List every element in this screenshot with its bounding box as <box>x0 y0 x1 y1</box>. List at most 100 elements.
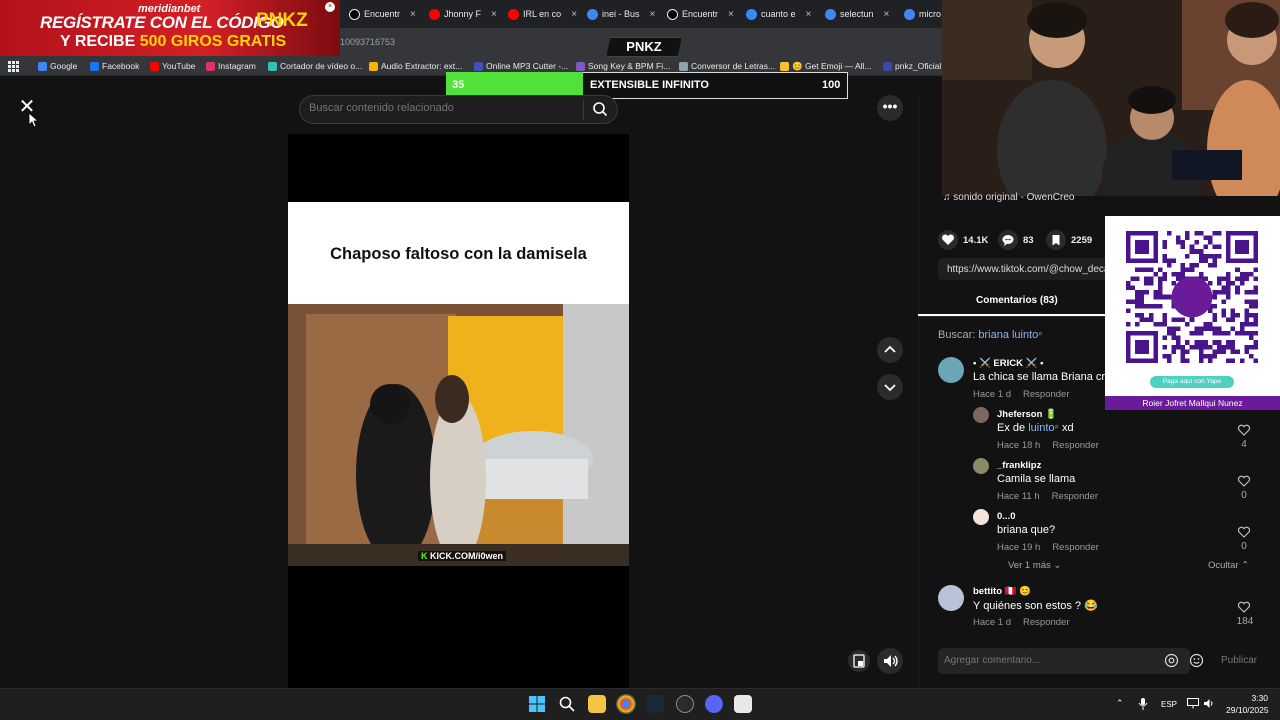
steam-icon[interactable] <box>646 695 664 713</box>
file-explorer-icon[interactable] <box>588 695 606 713</box>
mention-icon[interactable] <box>1164 653 1179 668</box>
search-term[interactable]: briana luinto <box>978 329 1038 341</box>
more-options-button[interactable]: ••• <box>877 95 903 121</box>
bookmark-item[interactable]: pnkz_Oficial <box>883 61 941 71</box>
like-stat[interactable]: 14.1K <box>938 230 988 250</box>
ad-subline-highlight: 500 GIROS GRATIS <box>139 33 287 50</box>
reply-button[interactable]: Responder <box>1052 491 1098 502</box>
reply-button[interactable]: Responder <box>1023 389 1069 400</box>
next-video-button[interactable] <box>877 374 903 400</box>
chrome-icon[interactable] <box>616 694 636 714</box>
emoji-icon[interactable] <box>1189 653 1204 668</box>
discord-icon[interactable] <box>705 695 723 713</box>
comment-author[interactable]: bettito 🇵🇪 😊 <box>973 586 1031 597</box>
tab-close-icon[interactable]: × <box>650 9 656 20</box>
comment-time: Hace 18 h <box>997 440 1041 451</box>
browser-tab[interactable]: selectun × <box>825 4 889 24</box>
previous-video-button[interactable] <box>877 337 903 363</box>
picture-in-picture-icon <box>853 654 865 668</box>
comment-mention[interactable]: luinto <box>1028 422 1054 434</box>
bookmark-item[interactable]: Song Key & BPM Fi... <box>576 61 670 71</box>
pip-button[interactable] <box>848 650 870 672</box>
avatar[interactable] <box>973 509 989 525</box>
bookmark-item[interactable]: Cortador de vídeo o... <box>268 61 362 71</box>
tray-chevron-up-icon[interactable]: ⌃ <box>1116 698 1124 709</box>
windows-start-icon[interactable] <box>529 696 545 712</box>
comment-search-suggestion[interactable]: Buscar: briana luinto⌕ <box>938 329 1043 341</box>
browser-tab[interactable]: Encuentr × <box>667 4 734 24</box>
bookmark-item[interactable]: Online MP3 Cutter -... <box>474 61 568 71</box>
avatar[interactable] <box>938 585 964 611</box>
taskbar-search-icon[interactable] <box>559 696 575 712</box>
browser-tab[interactable]: Jhonny F × <box>429 4 497 24</box>
bookmark-item[interactable]: Conversor de Letras... <box>679 61 775 71</box>
ad-close-icon[interactable]: × <box>325 2 335 12</box>
reply-button[interactable]: Responder <box>1052 440 1098 451</box>
comment-time: Hace 1 d <box>973 389 1012 400</box>
comment-input[interactable] <box>944 655 1144 666</box>
avatar[interactable] <box>973 407 989 423</box>
tab-close-icon[interactable]: × <box>491 9 497 20</box>
reply-button[interactable]: Responder <box>1052 542 1098 553</box>
avatar[interactable] <box>938 357 964 383</box>
clock-date[interactable]: 29/10/2025 <box>1226 705 1269 715</box>
ad-subline-prefix: Y RECIBE <box>60 33 136 50</box>
comment-author[interactable]: Jheferson 🔋 <box>997 409 1057 420</box>
volume-tray-icon[interactable] <box>1203 698 1215 709</box>
avatar[interactable] <box>973 458 989 474</box>
tab-close-icon[interactable]: × <box>806 9 812 20</box>
tab-close-icon[interactable]: × <box>571 9 577 20</box>
video-link[interactable]: https://www.tiktok.com/@chow_deca <box>947 264 1107 275</box>
search-icon[interactable] <box>592 101 608 117</box>
snipping-tool-icon[interactable] <box>734 695 752 713</box>
comment-stat[interactable]: 83 <box>998 230 1034 250</box>
reply-button[interactable]: Responder <box>1023 617 1069 628</box>
clock-time[interactable]: 3:30 <box>1246 693 1268 703</box>
bookmark-icon[interactable] <box>1046 230 1066 250</box>
bookmark-item[interactable]: Instagram <box>206 61 256 71</box>
publish-button[interactable]: Publicar <box>1221 655 1257 666</box>
volume-button[interactable] <box>877 648 903 674</box>
apps-grid-icon[interactable] <box>8 61 19 72</box>
microphone-icon[interactable] <box>1138 698 1148 710</box>
bookmark-item[interactable]: Google <box>38 61 77 71</box>
language-indicator[interactable]: ESP <box>1161 700 1177 709</box>
browser-tab[interactable]: micro <box>904 4 941 24</box>
tab-close-icon[interactable]: × <box>884 9 890 20</box>
comment-meta: Hace 1 d Responder <box>973 617 1070 628</box>
browser-tab[interactable]: Encuentr × <box>349 4 416 24</box>
comment-text-prefix: Ex de <box>997 422 1026 434</box>
comment-author[interactable]: _franklipz <box>997 460 1041 471</box>
tab-close-icon[interactable]: × <box>410 9 416 20</box>
obs-icon[interactable] <box>676 695 694 713</box>
hide-replies[interactable]: Ocultar ⌃ <box>1208 560 1249 571</box>
bookmark-item[interactable]: 😊 Get Emoji — All... <box>780 61 872 72</box>
bookmark-item[interactable]: Facebook <box>90 61 139 71</box>
heart-icon[interactable] <box>1237 525 1251 539</box>
comment-author[interactable]: 0...0 <box>997 511 1016 522</box>
sound-label[interactable]: ♫ sonido original - OwenCreo <box>943 192 1074 203</box>
comment-author[interactable]: • ⚔️ ERICK ⚔️ • <box>973 358 1043 369</box>
heart-icon[interactable] <box>1237 423 1251 437</box>
tab-comments[interactable]: Comentarios (83) <box>976 295 1058 306</box>
ad-subline: Y RECIBE 500 GIROS GRATIS <box>60 33 286 51</box>
comment-text: La chica se llama Briana cre <box>973 371 1105 383</box>
heart-icon[interactable] <box>1237 600 1251 614</box>
youtube-icon <box>429 8 440 20</box>
heart-icon[interactable] <box>1237 474 1251 488</box>
windows-taskbar <box>0 688 1280 720</box>
url-text[interactable]: 10093716753 <box>340 37 395 47</box>
view-more-replies[interactable]: Ver 1 más ⌄ <box>1008 560 1061 571</box>
save-stat[interactable]: 2259 <box>1046 230 1092 250</box>
browser-tab[interactable]: inei - Bus × <box>587 4 655 24</box>
like-count: 184 <box>1236 616 1254 627</box>
network-icon[interactable] <box>1187 698 1199 709</box>
browser-tab[interactable]: IRL en co × <box>508 4 577 24</box>
browser-tab[interactable]: cuanto e × <box>746 4 811 24</box>
related-search-input[interactable] <box>309 102 569 114</box>
bookmark-item[interactable]: Audio Extractor: ext... <box>369 61 462 71</box>
tab-close-icon[interactable]: × <box>728 9 734 20</box>
comment-bubble-icon[interactable] <box>998 230 1018 250</box>
bookmark-item[interactable]: YouTube <box>150 61 195 71</box>
heart-icon[interactable] <box>938 230 958 250</box>
